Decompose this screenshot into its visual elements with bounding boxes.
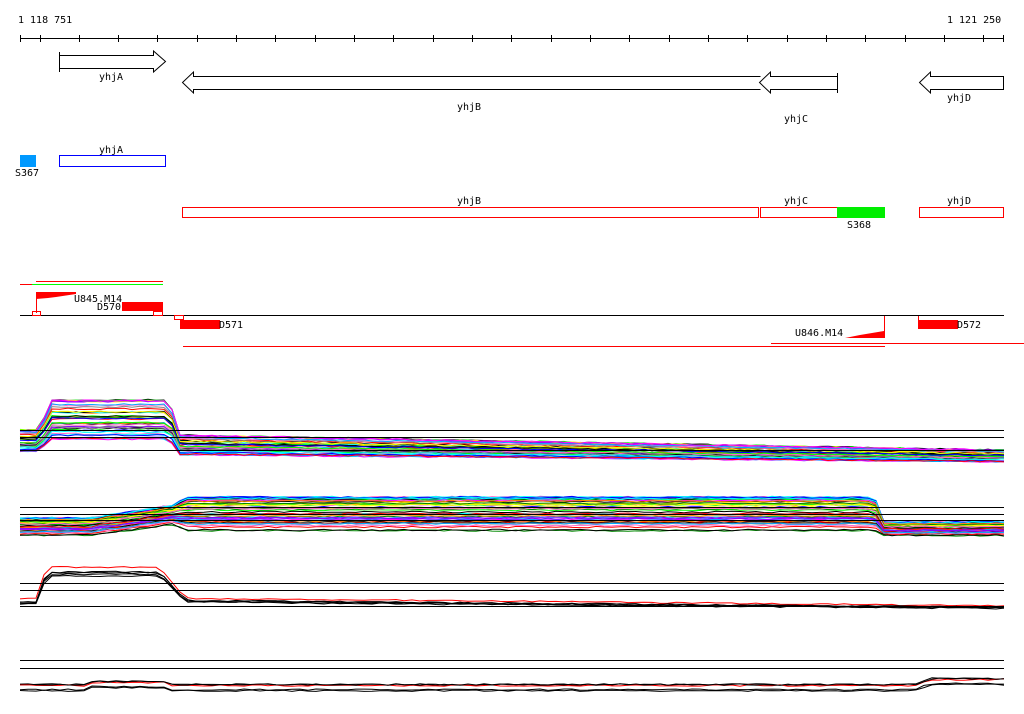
signal-line (19, 565, 1005, 607)
svg-text:D572: D572 (957, 320, 981, 331)
gene-yhjA[interactable]: yhjA (59, 49, 167, 83)
gene-arrows-track: yhjA yhjB yhjC yhjD (59, 49, 1004, 125)
feature-yhjD[interactable] (919, 207, 1004, 218)
svg-text:yhjA: yhjA (99, 145, 123, 156)
svg-text:yhjB: yhjB (457, 102, 481, 113)
annotation-track: S367 yhjA yhjB yhjC S368 yhjD (15, 145, 1004, 231)
svg-text:D571: D571 (219, 320, 243, 331)
segment-D572[interactable] (918, 320, 958, 329)
segment-U846-M14[interactable] (845, 331, 884, 338)
svg-text:S368: S368 (847, 220, 871, 231)
gene-yhjB[interactable]: yhjB (181, 70, 761, 113)
ruler-end-label: 1 121 250 (947, 15, 1001, 26)
feature-S368[interactable] (837, 207, 885, 218)
coordinate-ruler: 1 118 751 1 121 250 (18, 15, 1004, 42)
feature-yhjC[interactable] (760, 207, 838, 218)
segments-track: U845.M14 D570 D571 U846.M14 D572 (20, 281, 1024, 347)
svg-text:yhjA: yhjA (99, 72, 123, 83)
svg-text:yhjB: yhjB (457, 196, 481, 207)
genome-browser: 1 118 751 1 121 250 yhjA yhjB yhjC yhjD … (15, 15, 1024, 692)
segment-U845-M14[interactable] (36, 292, 76, 299)
segment-D571[interactable] (180, 320, 220, 329)
svg-text:yhjC: yhjC (784, 114, 808, 125)
signal-track-2 (19, 495, 1005, 537)
gene-yhjD[interactable]: yhjD (918, 70, 1004, 104)
signal-track-3 (19, 565, 1005, 610)
gene-yhjC[interactable]: yhjC (758, 70, 838, 125)
svg-text:yhjD: yhjD (947, 196, 971, 207)
svg-text:yhjC: yhjC (784, 196, 808, 207)
ruler-start-label: 1 118 751 (18, 15, 72, 26)
feature-S367[interactable] (20, 155, 36, 167)
feature-yhjA[interactable] (59, 155, 166, 167)
svg-text:D570: D570 (97, 302, 121, 313)
expression-signal-tracks (19, 398, 1005, 692)
svg-text:yhjD: yhjD (947, 93, 971, 104)
segment-D570[interactable] (122, 302, 163, 311)
feature-yhjB[interactable] (182, 207, 759, 218)
svg-text:U846.M14: U846.M14 (795, 328, 843, 339)
svg-text:S367: S367 (15, 168, 39, 179)
signal-track-4 (19, 677, 1005, 692)
